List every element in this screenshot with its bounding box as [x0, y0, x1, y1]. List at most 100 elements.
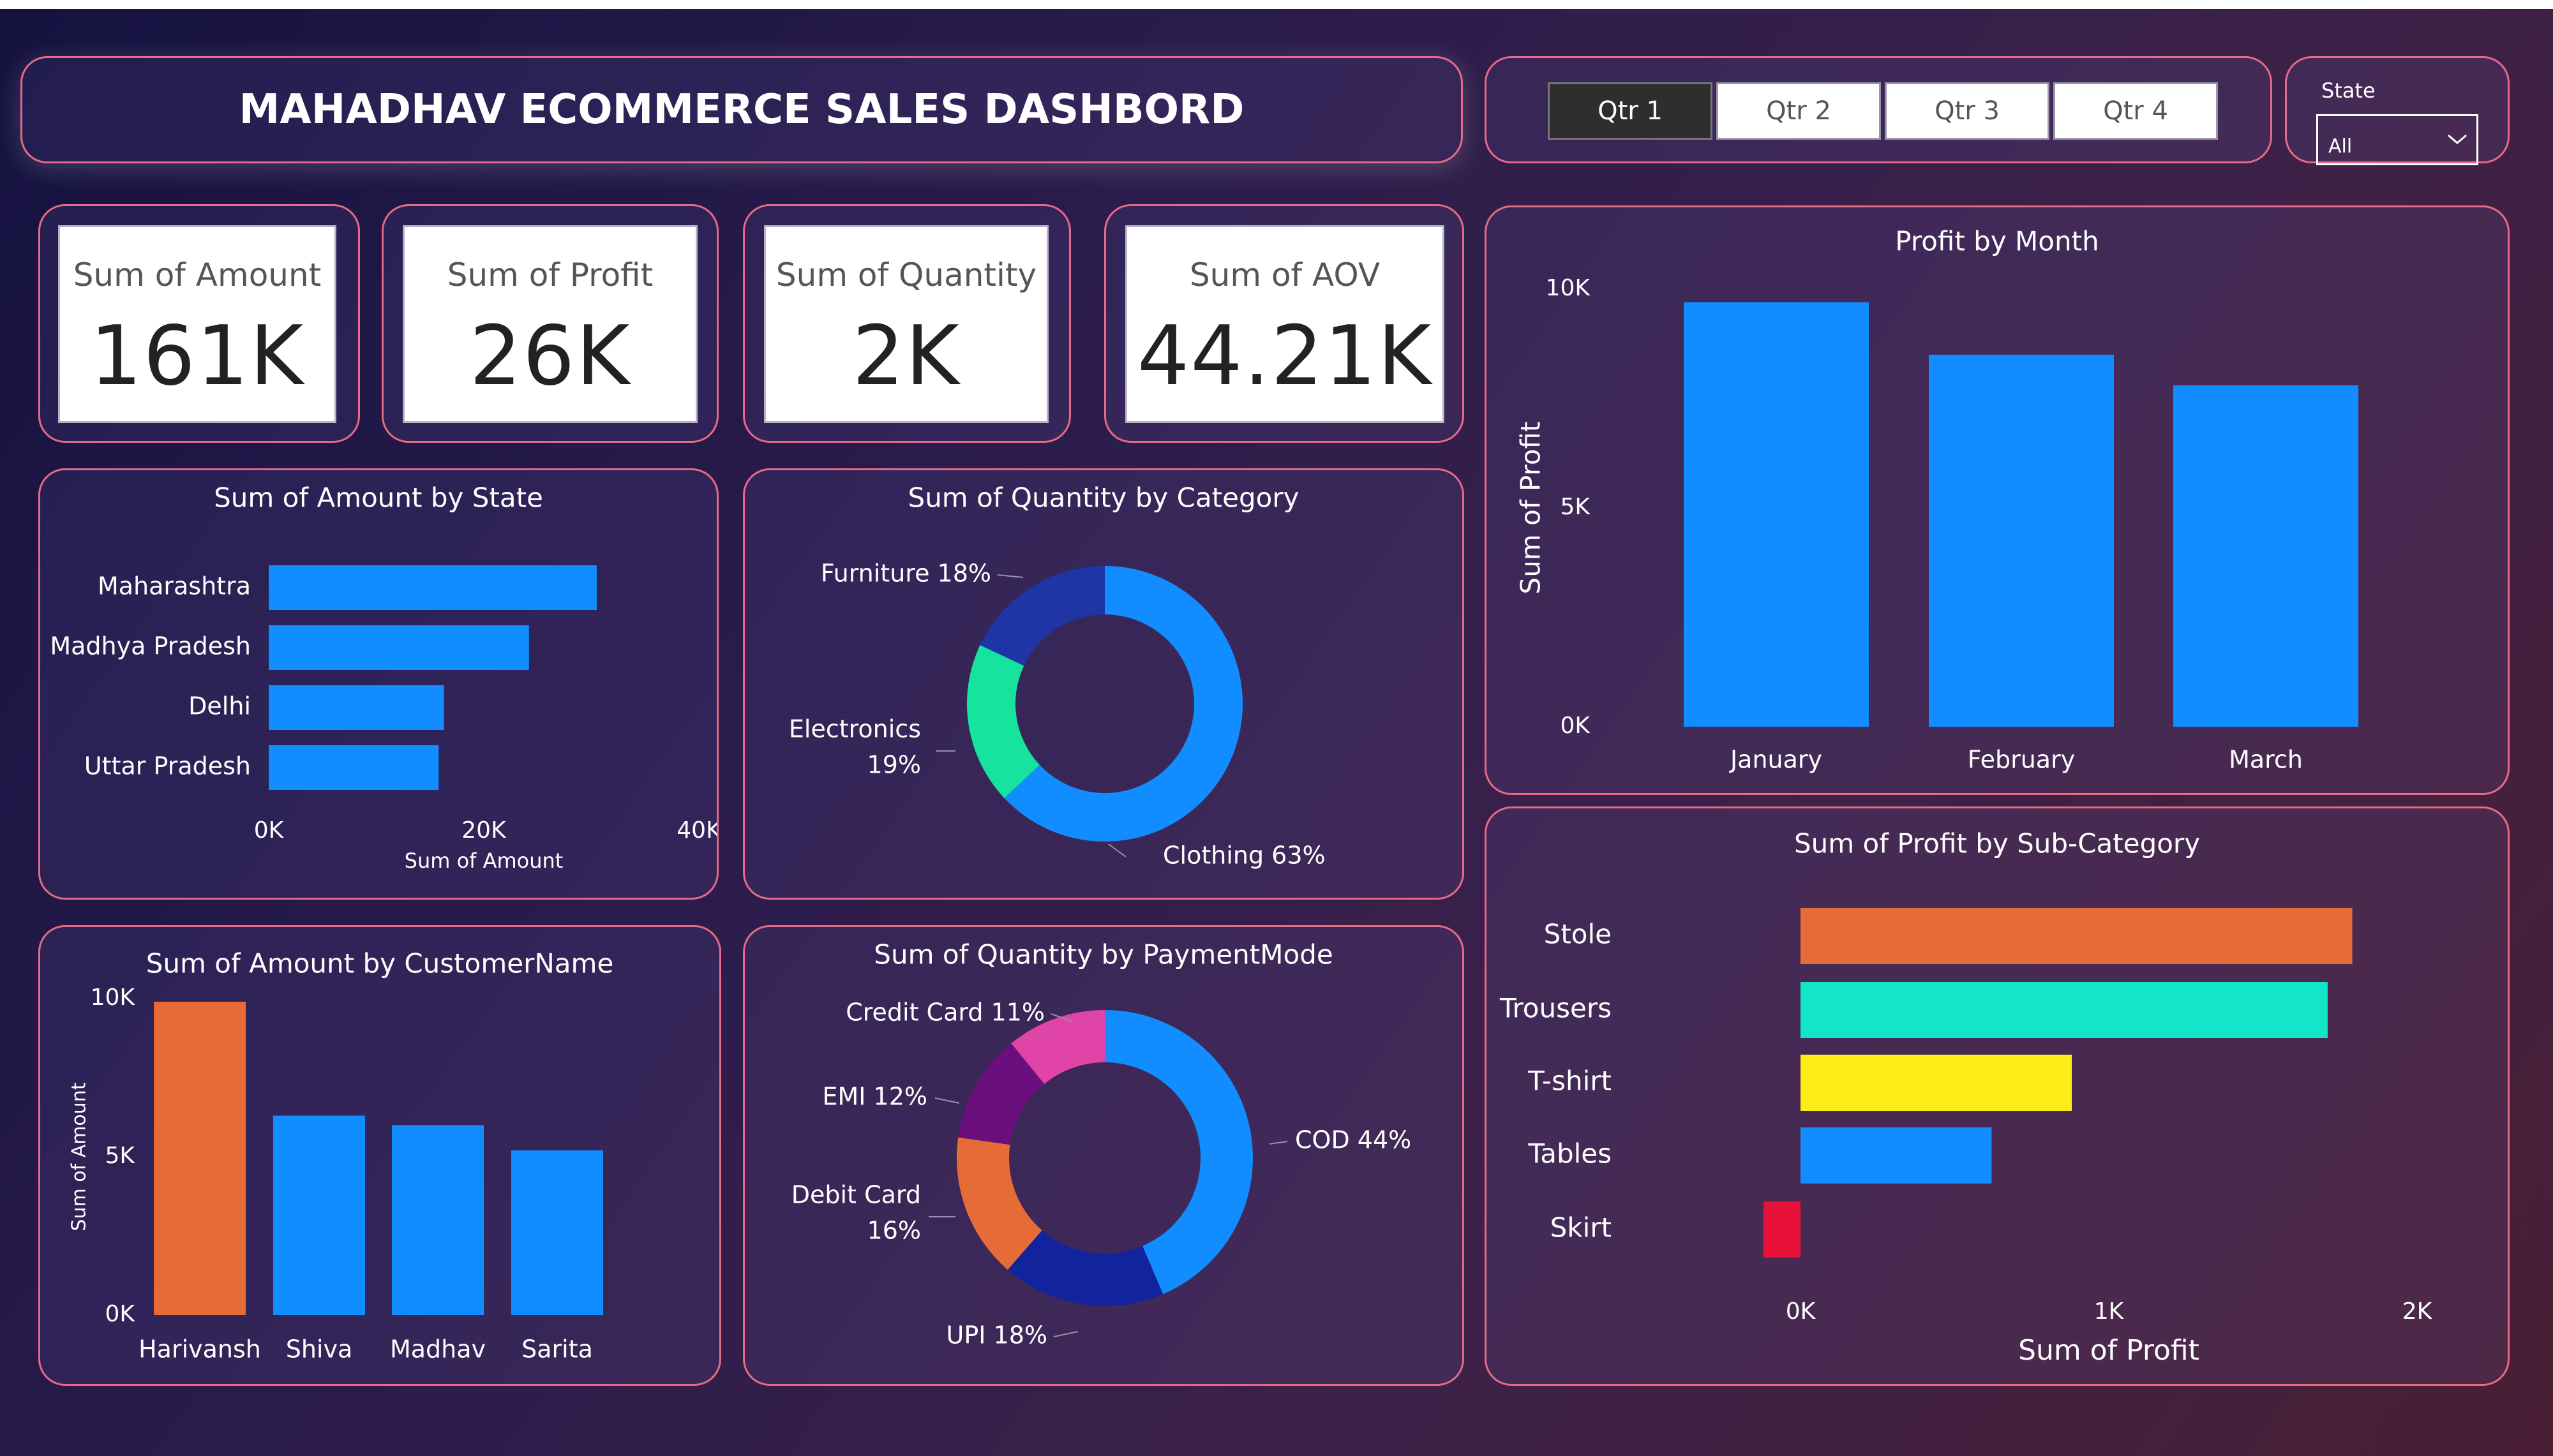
panel-profit-by-month: Profit by Month January February March 0K 5K 1…	[1485, 205, 2510, 795]
y-axis-title: Sum of Profit	[1515, 422, 1546, 595]
kpi-label: Sum of Quantity	[775, 256, 1037, 293]
x-tick-label: 20K	[461, 817, 507, 843]
chart-quantity-by-category: Sum of Quantity by Category Clothing 63% E…	[789, 482, 1326, 870]
category-label: February	[1968, 746, 2075, 774]
x-tick-label: 40K	[677, 817, 717, 843]
chart-title: Sum of Amount by CustomerName	[146, 948, 614, 979]
category-label: Madhya Pradesh	[50, 632, 251, 660]
state-slicer-panel: State All	[2285, 56, 2510, 165]
bar-harivansh	[154, 1001, 246, 1315]
bar-sarita	[511, 1150, 603, 1315]
qtr-4-button[interactable]: Qtr 4	[2053, 82, 2218, 140]
bar-maharashtra	[269, 565, 597, 610]
category-label: Trousers	[1499, 993, 1612, 1024]
panel-profit-by-subcategory: Sum of Profit by Sub-Category Stole Trouse…	[1485, 806, 2510, 1386]
slice-label: 16%	[867, 1217, 921, 1245]
panel-amount-by-state: Sum of Amount by State Maharashtra Madhya …	[38, 468, 719, 900]
chevron-down-icon	[2448, 134, 2467, 144]
chart-title: Sum of Quantity by Category	[908, 482, 1299, 514]
dashboard-title: MAHADHAV ECOMMERCE SALES DASHBORD	[239, 86, 1245, 133]
y-tick-label: 10K	[1546, 275, 1591, 301]
kpi-card-aov: Sum of AOV 44.21K	[1125, 225, 1444, 423]
bar-t-shirt	[1801, 1055, 2072, 1111]
bar-stole	[1801, 908, 2353, 964]
chart-title: Sum of Amount by State	[214, 482, 543, 514]
title-panel: MAHADHAV ECOMMERCE SALES DASHBORD	[20, 56, 1463, 163]
kpi-value: 26K	[469, 309, 631, 404]
kpi-card-profit: Sum of Profit 26K	[403, 225, 698, 423]
kpi-card-quantity: Sum of Quantity 2K	[764, 225, 1049, 423]
quarter-slicer-panel: Qtr 1 Qtr 2 Qtr 3 Qtr 4	[1485, 56, 2272, 163]
panel-amount-by-customer: Sum of Amount by CustomerName Harivansh Sh…	[38, 925, 721, 1386]
chart-profit-by-subcategory: Sum of Profit by Sub-Category Stole Trouse…	[1499, 828, 2433, 1367]
state-slicer-label: State	[2321, 78, 2376, 103]
category-label: Tables	[1528, 1138, 1612, 1170]
category-label: Madhav	[390, 1335, 486, 1363]
slice-label: COD 44%	[1295, 1126, 1411, 1154]
bar-madhya-pradesh	[269, 625, 529, 670]
category-label: January	[1729, 746, 1822, 774]
bar-madhav	[392, 1125, 484, 1315]
top-edge	[0, 0, 2553, 9]
leader-line	[934, 1097, 960, 1104]
bar-shiva	[273, 1115, 365, 1315]
category-label: Maharashtra	[98, 572, 251, 600]
y-tick-label: 5K	[105, 1143, 135, 1169]
panel-quantity-by-payment: Sum of Quantity by PaymentMode COD 44% UPI…	[743, 925, 1464, 1386]
donut-slice-furniture	[980, 566, 1105, 666]
kpi-value: 2K	[852, 309, 961, 404]
chart-amount-by-customer: Sum of Amount by CustomerName Harivansh Sh…	[68, 948, 614, 1363]
slice-label: 19%	[867, 751, 921, 779]
kpi-value: 161K	[89, 309, 305, 404]
qtr-1-button[interactable]: Qtr 1	[1548, 82, 1712, 140]
kpi-label: Sum of Amount	[73, 256, 322, 293]
category-label: Skirt	[1550, 1212, 1612, 1244]
state-dropdown-value: All	[2328, 135, 2353, 158]
slice-label: Electronics	[789, 715, 921, 743]
x-tick-label: 2K	[2402, 1298, 2433, 1325]
bar-february	[1929, 354, 2114, 727]
bar-march	[2173, 385, 2358, 727]
bar-january	[1684, 302, 1869, 727]
category-label: T-shirt	[1527, 1066, 1612, 1097]
x-axis-title: Sum of Amount	[405, 849, 564, 873]
slice-label: Clothing 63%	[1163, 842, 1326, 870]
slice-label: Debit Card	[791, 1181, 921, 1209]
y-tick-label: 0K	[1560, 713, 1591, 739]
chart-title: Sum of Quantity by PaymentMode	[874, 939, 1333, 970]
leader-line	[997, 574, 1024, 578]
kpi-card-amount: Sum of Amount 161K	[58, 225, 336, 423]
bar-skirt	[1763, 1201, 1801, 1258]
chart-title: Sum of Profit by Sub-Category	[1794, 828, 2200, 859]
kpi-panel-amount: Sum of Amount 161K	[38, 204, 360, 443]
x-tick-label: 0K	[254, 817, 285, 843]
category-label: March	[2229, 746, 2303, 774]
category-label: Stole	[1544, 919, 1612, 950]
bar-tables	[1801, 1127, 1992, 1184]
bar-delhi	[269, 685, 444, 730]
y-tick-label: 10K	[91, 984, 136, 1011]
bar-uttar-pradesh	[269, 745, 439, 790]
leader-line	[1053, 1331, 1079, 1337]
kpi-label: Sum of AOV	[1189, 256, 1381, 293]
bar-trousers	[1801, 982, 2328, 1038]
kpi-value: 44.21K	[1137, 309, 1433, 404]
slice-label: Credit Card 11%	[846, 999, 1045, 1027]
slice-label: UPI 18%	[947, 1321, 1047, 1349]
chart-profit-by-month: Profit by Month January February March 0K 5K 1…	[1515, 226, 2358, 774]
y-axis-title: Sum of Amount	[68, 1082, 91, 1231]
state-dropdown[interactable]: All	[2316, 114, 2478, 165]
qtr-3-button[interactable]: Qtr 3	[1885, 82, 2049, 140]
kpi-panel-profit: Sum of Profit 26K	[382, 204, 719, 443]
leader-line	[1269, 1141, 1288, 1145]
kpi-label: Sum of Profit	[447, 256, 654, 293]
x-tick-label: 0K	[1786, 1298, 1816, 1325]
category-label: Sarita	[521, 1335, 593, 1363]
qtr-2-button[interactable]: Qtr 2	[1716, 82, 1881, 140]
y-tick-label: 5K	[1560, 494, 1591, 520]
leader-line	[1108, 843, 1127, 858]
panel-quantity-by-category: Sum of Quantity by Category Clothing 63% E…	[743, 468, 1464, 900]
x-tick-label: 1K	[2094, 1298, 2125, 1325]
slice-label: EMI 12%	[822, 1083, 927, 1111]
kpi-panel-quantity: Sum of Quantity 2K	[743, 204, 1071, 443]
